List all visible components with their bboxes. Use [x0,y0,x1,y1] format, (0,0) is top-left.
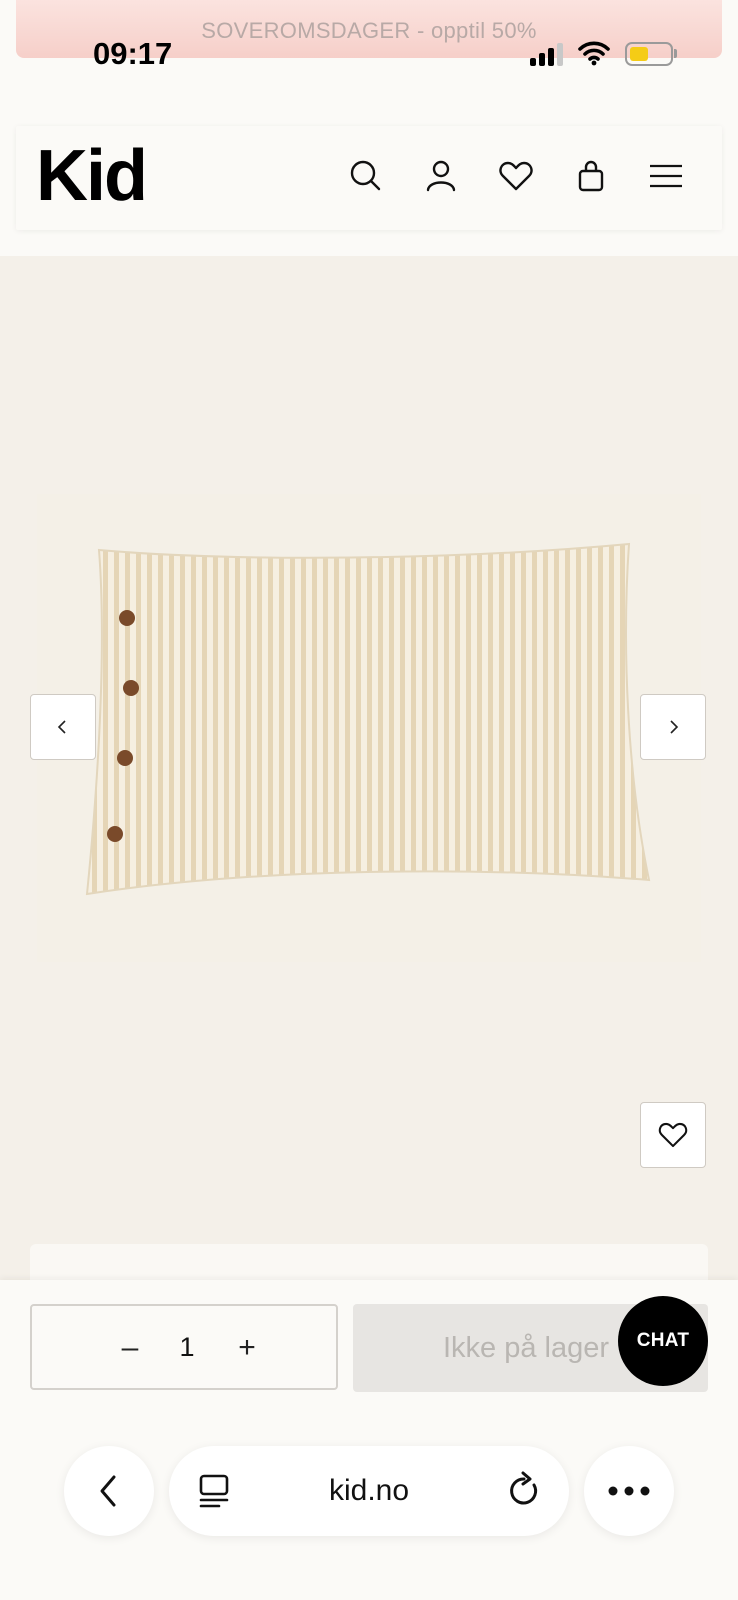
chat-button[interactable]: CHAT [618,1296,708,1386]
site-logo[interactable]: Kid [36,140,148,212]
chevron-right-icon [670,720,679,734]
battery-icon [625,42,673,66]
out-of-stock-label: Ikke på lager [443,1332,610,1364]
menu-hamburger-icon[interactable] [646,156,686,196]
header-card: Kid [16,126,722,230]
browser-back-button[interactable] [64,1446,154,1536]
wishlist-heart-icon[interactable] [496,156,536,196]
chevron-left-icon [57,720,66,734]
back-arrow-icon [100,1475,116,1507]
gallery-next-button[interactable] [640,694,706,760]
reload-icon[interactable] [505,1471,543,1511]
quantity-stepper: – 1 + [30,1304,338,1390]
site-header: Kid [0,110,738,256]
status-time: 09:17 [93,36,173,71]
status-bar: SOVEROMSDAGER - opptil 50% 09:17 [0,0,738,110]
search-icon[interactable] [346,156,386,196]
browser-more-button[interactable] [584,1446,674,1536]
quantity-increase-button[interactable]: + [227,1328,267,1368]
bottom-purchase-bar: – 1 + Ikke på lager CHAT kid.no [0,1280,738,1600]
product-info-card [30,1244,708,1284]
more-dots-icon [608,1486,650,1496]
browser-url-bar[interactable]: kid.no [169,1446,569,1536]
quantity-decrease-button[interactable]: – [110,1328,150,1368]
battery-tip [674,49,677,58]
add-to-favorites-button[interactable] [640,1102,706,1168]
product-gallery [0,256,738,1280]
signal-icon [530,42,566,66]
quantity-value: 1 [179,1332,195,1362]
heart-icon [658,1122,688,1148]
striped-pillow-product-image[interactable] [37,494,701,962]
wifi-icon [578,41,610,66]
account-icon[interactable] [421,156,461,196]
cart-bag-icon[interactable] [571,156,611,196]
gallery-prev-button[interactable] [30,694,96,760]
